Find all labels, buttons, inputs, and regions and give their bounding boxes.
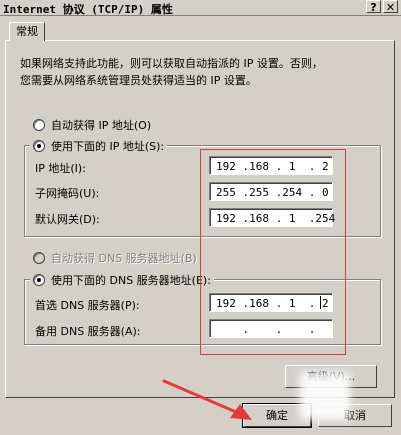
manual-ip-radio[interactable] bbox=[33, 140, 45, 152]
close-icon: ✕ bbox=[385, 1, 396, 14]
default-gateway-label: 默认网关(D): bbox=[35, 213, 100, 226]
ok-button[interactable]: 确定 bbox=[242, 403, 312, 428]
manual-dns-legend: 使用下面的 DNS 服务器地址(E): bbox=[30, 272, 214, 288]
default-gateway-field[interactable]: 192 .168 . 1 .254 bbox=[209, 208, 335, 227]
help-button[interactable]: ? bbox=[366, 0, 381, 14]
intro-line-2: 您需要从网络系统管理员处获得适当的 IP 设置。 bbox=[20, 74, 257, 87]
ip-address-label: IP 地址(I): bbox=[35, 162, 86, 175]
subnet-mask-field[interactable]: 255 .255 .254 . 0 bbox=[209, 182, 333, 201]
auto-ip-label: 自动获得 IP 地址(O) bbox=[51, 119, 152, 132]
preferred-dns-label: 首选 DNS 服务器(P): bbox=[35, 299, 140, 312]
intro-text: 如果网络支持此功能，则可以获取自动指派的 IP 设置。否则， 您需要从网络系统管… bbox=[20, 55, 380, 89]
auto-dns-option[interactable]: 自动获得 DNS 服务器地址(B) bbox=[33, 250, 197, 266]
subnet-mask-label: 子网掩码(U): bbox=[35, 187, 100, 200]
manual-ip-legend: 使用下面的 IP 地址(S): bbox=[30, 138, 168, 154]
manual-ip-label: 使用下面的 IP 地址(S): bbox=[51, 140, 165, 153]
auto-ip-option[interactable]: 自动获得 IP 地址(O) bbox=[33, 117, 151, 133]
text-caret bbox=[320, 296, 321, 309]
auto-ip-radio[interactable] bbox=[33, 119, 45, 131]
alternate-dns-label: 备用 DNS 服务器(A): bbox=[35, 325, 141, 338]
manual-ip-option[interactable]: 使用下面的 IP 地址(S): bbox=[30, 138, 168, 154]
manual-dns-label: 使用下面的 DNS 服务器地址(E): bbox=[51, 274, 211, 287]
window-title: Internet 协议 (TCP/IP) 属性 bbox=[3, 3, 173, 16]
preferred-dns-field[interactable]: 192 .168 . 1 . 2 bbox=[209, 293, 333, 312]
tab-general[interactable]: 常规 bbox=[9, 22, 45, 41]
auto-dns-label: 自动获得 DNS 服务器地址(B) bbox=[51, 252, 197, 265]
title-bar: Internet 协议 (TCP/IP) 属性 ? ✕ bbox=[0, 0, 401, 16]
cancel-button[interactable]: 取消 bbox=[318, 404, 392, 427]
advanced-button[interactable]: 高级(V)... bbox=[285, 365, 377, 388]
close-button[interactable]: ✕ bbox=[383, 0, 398, 14]
manual-dns-option[interactable]: 使用下面的 DNS 服务器地址(E): bbox=[30, 272, 214, 288]
ip-address-field[interactable]: 192 .168 . 1 . 2 bbox=[209, 156, 333, 175]
intro-line-1: 如果网络支持此功能，则可以获取自动指派的 IP 设置。否则， bbox=[20, 57, 323, 70]
manual-dns-radio[interactable] bbox=[33, 274, 45, 286]
auto-dns-radio[interactable] bbox=[33, 252, 45, 264]
alternate-dns-field[interactable]: . . . bbox=[209, 319, 333, 338]
